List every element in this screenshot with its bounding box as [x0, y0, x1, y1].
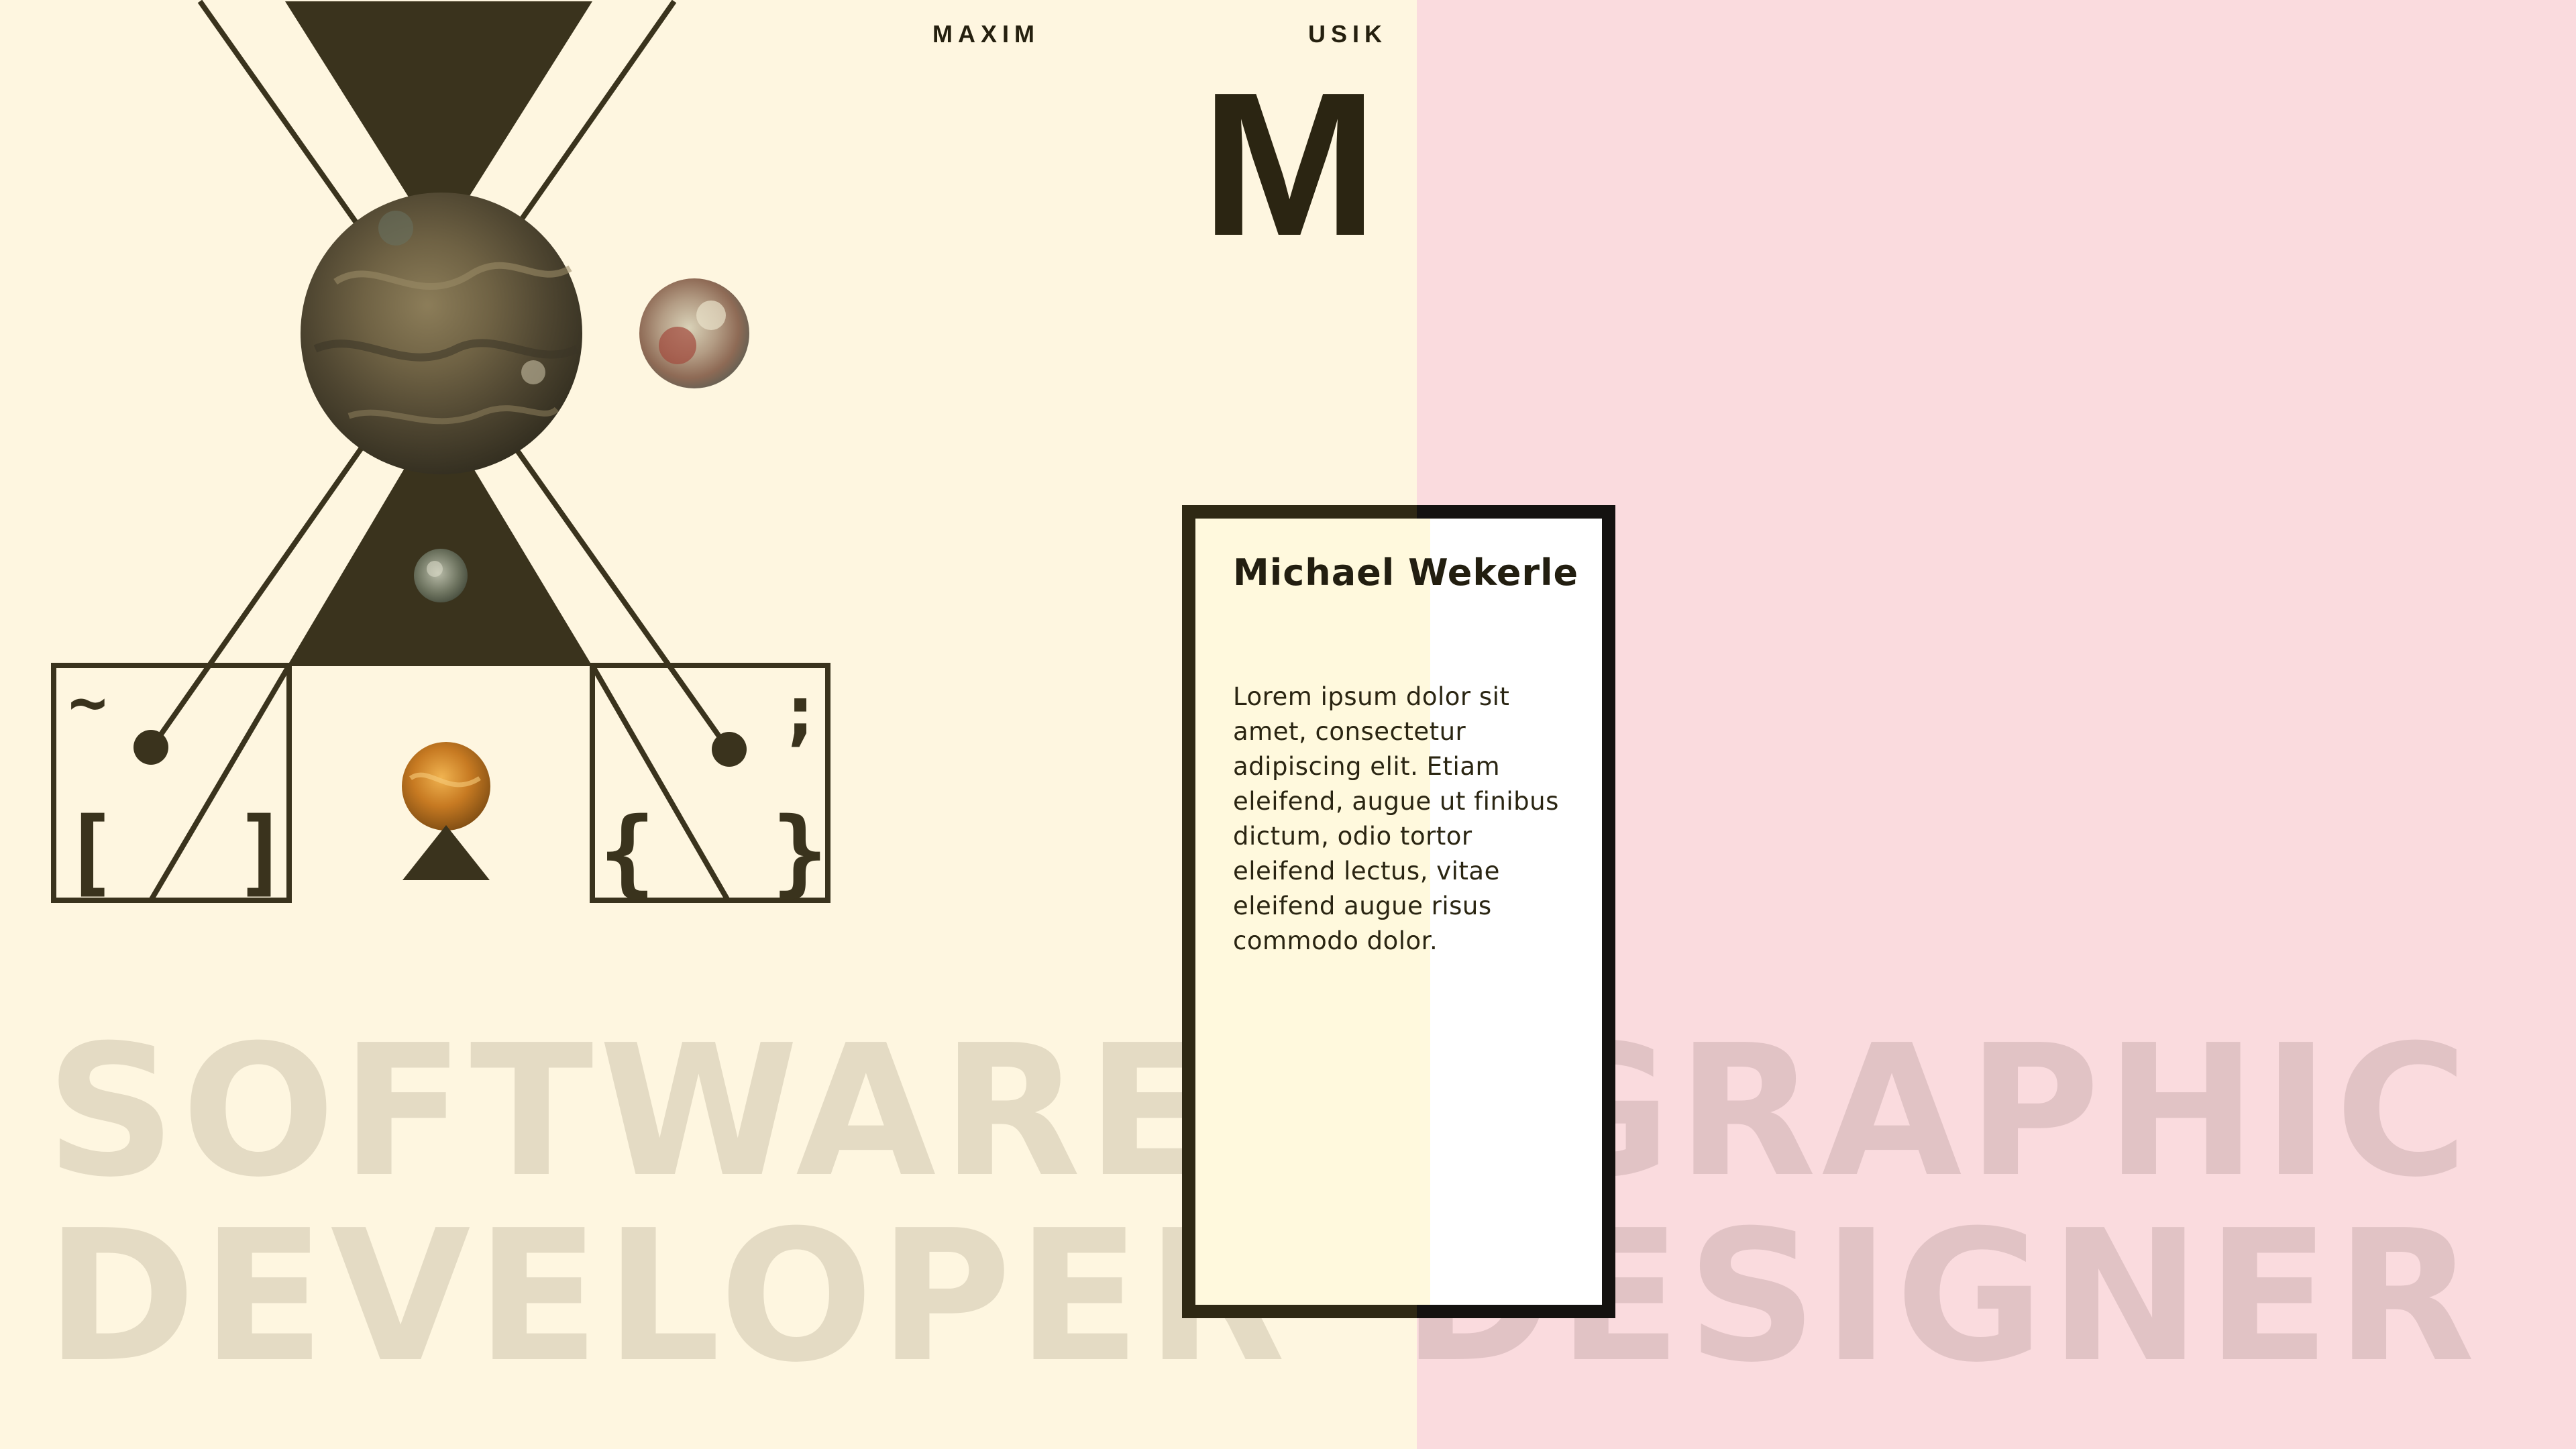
card-name: Michael Wekerle — [1233, 551, 1579, 594]
planet-orange-icon — [402, 742, 490, 830]
small-pedestal-triangle — [402, 825, 490, 880]
brace-open-glyph: { — [599, 798, 655, 907]
software-word: SOFTWARE — [46, 1006, 1216, 1217]
developer-word: DEVELOPER — [46, 1191, 1291, 1402]
semicolon-glyph: ; — [778, 668, 822, 754]
bracket-open-glyph: [ — [62, 798, 118, 907]
planet-medium-icon — [639, 278, 749, 388]
card-body: Lorem ipsum dolor sit amet, consectetur … — [1233, 682, 1559, 955]
tilde-glyph: ~ — [68, 665, 107, 740]
planet-large-icon — [301, 193, 582, 474]
left-dot — [133, 730, 168, 765]
bracket-close-glyph: ] — [233, 798, 290, 907]
decorative-artwork: ~ ; [ ] { } — [51, 0, 830, 907]
right-dot — [712, 732, 747, 767]
brace-close-glyph: } — [771, 798, 828, 907]
first-name-label: MAXIM — [932, 20, 1040, 48]
last-name-label: USIK — [1308, 20, 1388, 48]
graphic-word: GRAPHIC — [1523, 1006, 2473, 1217]
planet-small-icon — [414, 549, 468, 602]
monogram: M — [1201, 50, 1379, 278]
